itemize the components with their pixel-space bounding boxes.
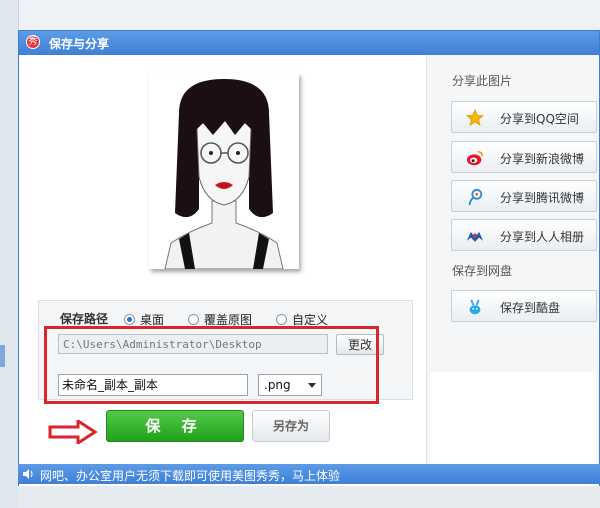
share-renren-label: 分享到人人相册 [500,230,585,244]
share-renren-button[interactable]: 分享到人人相册 [451,219,597,251]
bottom-strip [18,486,600,508]
promo-message[interactable]: 网吧、办公室用户无须下载即可使用美图秀秀，马上体验 [40,467,340,484]
radio-custom-dot[interactable] [276,314,287,325]
desktop-top-strip [0,0,600,30]
desktop-left-strip [0,0,19,508]
dialog-title: 保存与分享 [49,37,110,51]
radio-desktop-dot[interactable] [124,314,135,325]
save-button[interactable]: 保 存 [106,410,244,442]
red-arrow-icon [48,418,98,447]
save-as-button[interactable]: 另存为 [252,410,330,442]
portrait-illustration [149,73,299,270]
share-tencent-weibo-label: 分享到腾讯微博 [500,191,585,205]
side-tab[interactable] [0,345,5,367]
renren-icon [466,231,484,242]
share-panel-blank [430,372,596,464]
save-kupan-label: 保存到酷盘 [500,301,561,315]
tencent-weibo-icon [468,188,483,206]
photo-preview [149,73,299,270]
meitu-logo-icon: 秀 [26,35,40,49]
cloud-section-title: 保存到网盘 [452,264,513,278]
weibo-icon [466,150,483,166]
share-weibo-label: 分享到新浪微博 [500,152,585,166]
share-weibo-button[interactable]: 分享到新浪微博 [451,141,597,173]
star-icon [466,109,484,126]
save-kupan-button[interactable]: 保存到酷盘 [451,290,597,322]
save-path-label: 保存路径 [60,312,109,326]
title-bar: 秀 保存与分享 [19,31,599,55]
share-qzone-label: 分享到QQ空间 [500,112,579,126]
share-section-title: 分享此图片 [452,74,513,88]
kupan-icon [469,299,481,315]
share-qzone-button[interactable]: 分享到QQ空间 [451,101,597,133]
speaker-icon [22,468,34,483]
share-tencent-weibo-button[interactable]: 分享到腾讯微博 [451,180,597,212]
red-highlight-box [44,326,379,404]
radio-overwrite-dot[interactable] [188,314,199,325]
promo-status-bar[interactable]: 网吧、办公室用户无须下载即可使用美图秀秀，马上体验 [18,464,600,484]
